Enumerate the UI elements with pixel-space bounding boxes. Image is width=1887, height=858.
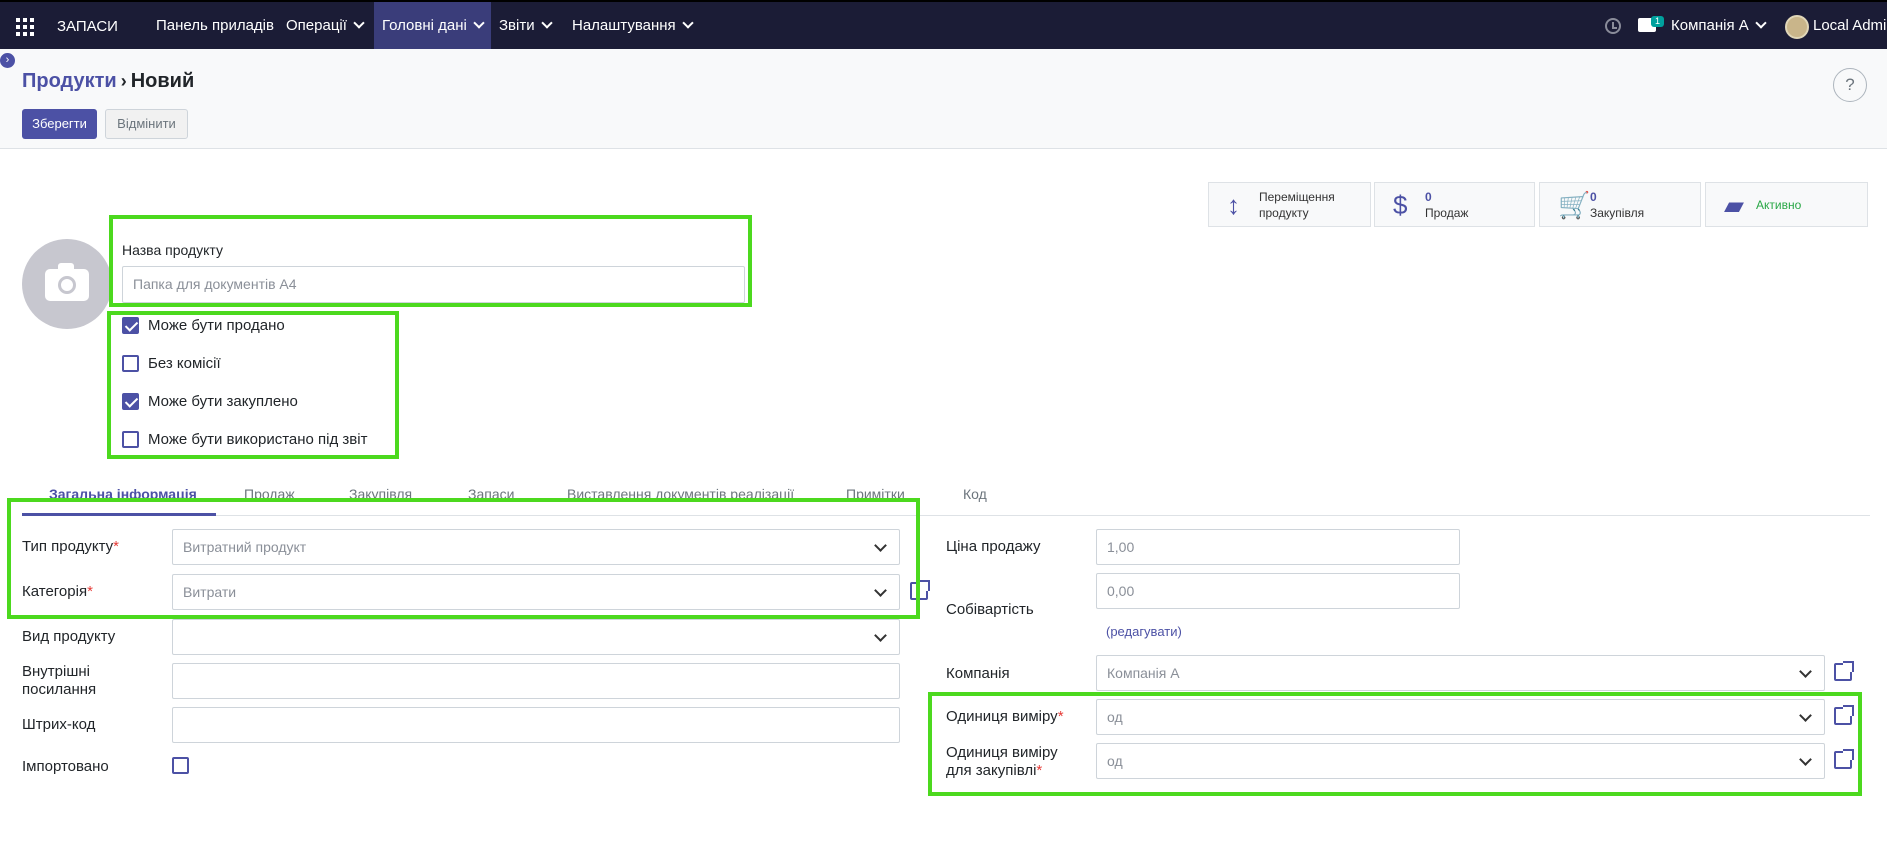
cost-edit-link[interactable]: (редагувати) (1106, 624, 1182, 639)
breadcrumb: Продукти › Новий (22, 70, 194, 93)
product-image-upload[interactable] (22, 239, 112, 329)
stat-sales-label: Продаж (1425, 206, 1469, 220)
cancel-button[interactable]: Відмінити (105, 109, 188, 139)
chevron-down-icon (682, 17, 694, 29)
tab-code[interactable]: Код (963, 486, 987, 502)
menu-settings-label: Налаштування (572, 17, 676, 34)
stat-purchase-count: 0 (1590, 190, 1597, 204)
company-switcher[interactable]: Компанія А (1671, 2, 1767, 49)
imported-checkbox[interactable] (172, 757, 189, 774)
company-label: Компанія А (1671, 17, 1749, 34)
stat-moves-line2: продукту (1259, 206, 1309, 220)
camera-icon (45, 263, 89, 301)
menu-reports[interactable]: Звіти (491, 2, 559, 49)
chevron-down-icon (540, 17, 553, 29)
arrows-vertical-icon: ↕ (1227, 190, 1240, 220)
highlight-options (107, 311, 399, 459)
chevron-down-icon (353, 17, 365, 29)
save-button[interactable]: Зберегти (22, 109, 97, 139)
product-kind-select[interactable] (172, 619, 900, 655)
stat-moves-line1: Переміщення (1259, 190, 1335, 204)
stat-purchase-label: Закупівля (1590, 206, 1645, 220)
product-kind-label: Вид продукту (22, 628, 116, 645)
archive-icon: ▰ (1724, 190, 1744, 220)
breadcrumb-current: Новий (130, 70, 195, 92)
barcode-input[interactable] (172, 707, 900, 743)
chevron-right-icon: › (120, 71, 127, 91)
menu-master-data-label: Головні дані (382, 17, 467, 34)
stat-sales-button[interactable]: $ 0 Продаж (1374, 182, 1535, 227)
chevron-down-icon (1755, 17, 1767, 29)
chevron-down-icon (1799, 665, 1812, 678)
avatar[interactable] (1785, 15, 1809, 39)
company-external-link-icon[interactable] (1834, 661, 1854, 681)
chevron-down-icon (874, 629, 887, 642)
highlight-type-category (7, 498, 920, 619)
menu-settings[interactable]: Налаштування (564, 2, 700, 49)
cost-input[interactable]: 0,00 (1096, 573, 1460, 609)
expand-sidebar-icon[interactable]: › (0, 53, 15, 68)
sale-price-label: Ціна продажу (946, 538, 1041, 555)
stat-purchase-button[interactable]: 🛒 0 Закупівля (1539, 182, 1701, 227)
control-panel (0, 49, 1887, 149)
cart-icon: 🛒 (1558, 190, 1591, 220)
sale-price-input[interactable]: 1,00 (1096, 529, 1460, 565)
stat-sales-count: 0 (1425, 190, 1432, 204)
app-name[interactable]: ЗАПАСИ (57, 18, 118, 35)
chevron-down-icon (473, 17, 485, 29)
user-name[interactable]: Local Admin (1813, 2, 1887, 49)
internal-ref-label: Внутрішні посилання (22, 663, 97, 698)
internal-ref-input[interactable] (172, 663, 900, 699)
company-label: Компанія (946, 665, 1010, 682)
chat-badge: 1 (1651, 16, 1664, 27)
top-navbar: ЗАПАСИ Панель приладів Операції Головні … (0, 0, 1887, 49)
dollar-icon: $ (1393, 190, 1408, 220)
barcode-label: Штрих-код (22, 716, 96, 733)
stat-active-button[interactable]: ▰ Активно (1705, 182, 1868, 227)
apps-menu-icon[interactable] (16, 18, 34, 36)
company-value: Компанія А (1107, 665, 1180, 681)
help-button[interactable]: ? (1833, 68, 1867, 102)
stat-active-label: Активно (1756, 198, 1802, 212)
cost-label: Собівартість (946, 601, 1034, 618)
menu-master-data[interactable]: Головні дані (374, 2, 491, 49)
clock-icon[interactable] (1605, 18, 1621, 34)
menu-operations-label: Операції (286, 17, 347, 34)
breadcrumb-products[interactable]: Продукти (22, 70, 117, 92)
company-select[interactable]: Компанія А (1096, 655, 1825, 691)
stat-moves-button[interactable]: ↕ Переміщення продукту (1208, 182, 1371, 227)
highlight-uom (928, 692, 1862, 796)
highlight-name (109, 215, 752, 307)
menu-dashboard[interactable]: Панель приладів (148, 2, 282, 49)
menu-reports-label: Звіти (499, 17, 535, 34)
imported-label: Імпортовано (22, 758, 109, 775)
menu-operations[interactable]: Операції (278, 2, 371, 49)
